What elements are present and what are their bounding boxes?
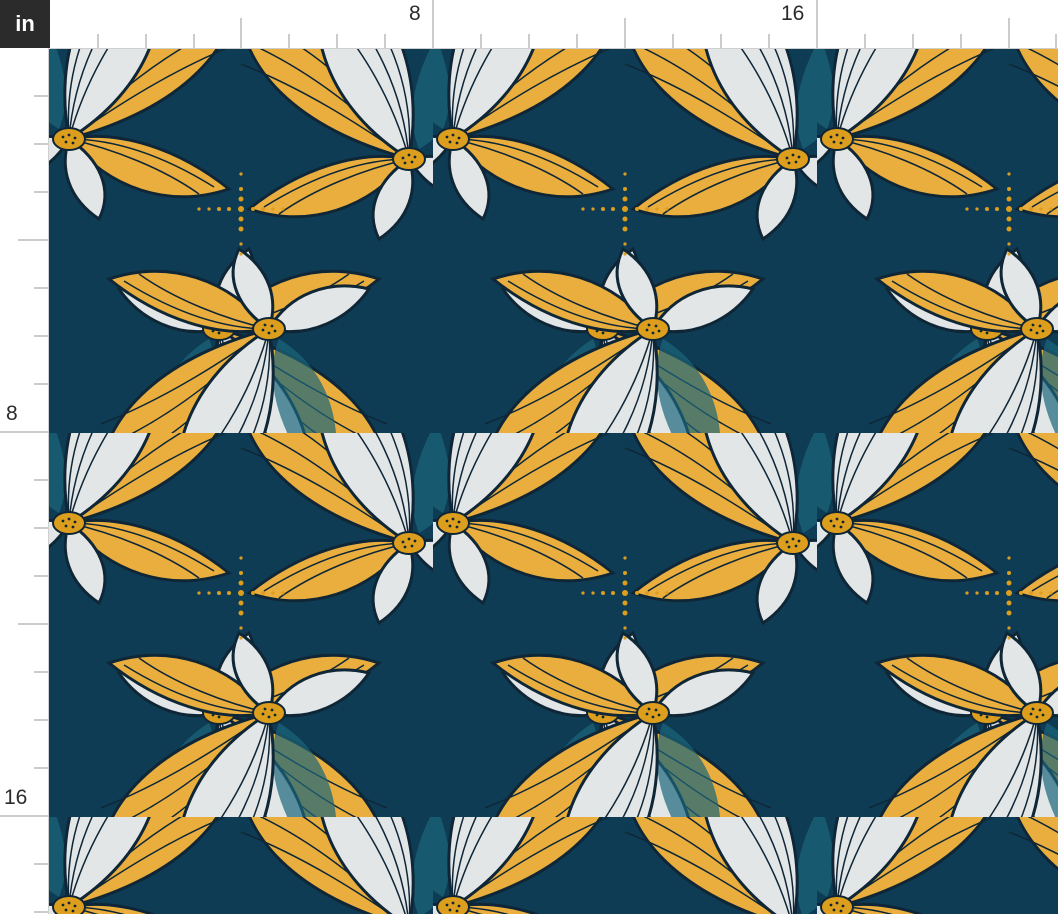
top-ruler-label-8: 8 xyxy=(409,2,421,25)
left-ruler-ticks xyxy=(0,95,48,913)
top-ruler-ticks xyxy=(97,0,1057,48)
left-ruler-label-8: 8 xyxy=(6,402,18,425)
left-ruler-label-16: 16 xyxy=(4,786,28,809)
fabric-swatch xyxy=(49,49,1058,914)
left-ruler: 8 16 xyxy=(0,48,49,914)
unit-label: in xyxy=(0,0,50,48)
top-ruler: 8 16 xyxy=(50,0,1058,49)
floral-pattern xyxy=(49,49,1058,914)
top-ruler-label-16: 16 xyxy=(781,2,805,25)
